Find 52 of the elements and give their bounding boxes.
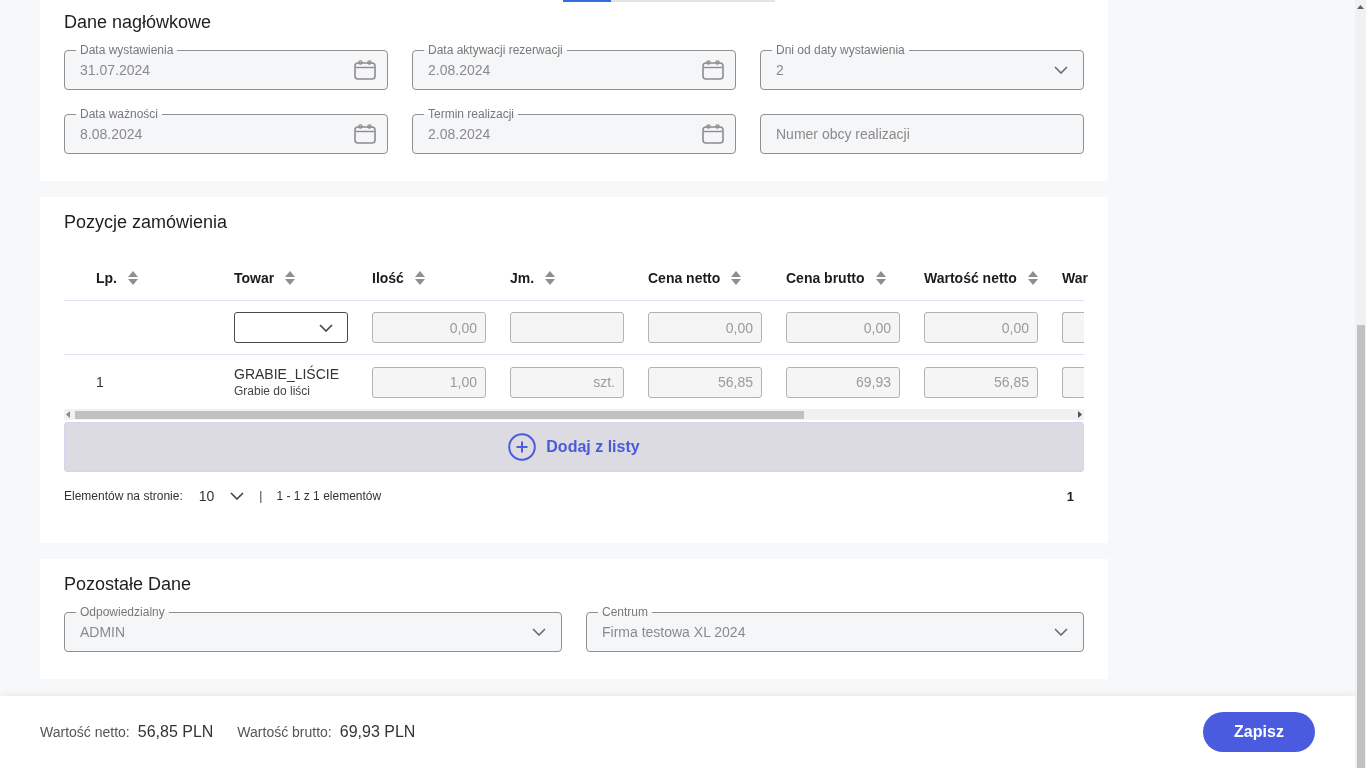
- text-field[interactable]: Numer obcy realizacji: [760, 114, 1084, 154]
- field-label: Data wystawienia: [76, 43, 178, 57]
- sort-icon: [731, 270, 742, 285]
- page-size-select[interactable]: 10: [198, 488, 245, 504]
- field-label: Termin realizacji: [424, 107, 519, 121]
- chevron-down-icon: [1054, 66, 1068, 74]
- total-label: Wartość brutto:: [237, 724, 332, 740]
- product-name: Grabie do liści: [234, 383, 311, 399]
- row-number: 1: [96, 374, 104, 390]
- page-number[interactable]: 1: [1066, 488, 1074, 504]
- sort-icon: [545, 270, 556, 285]
- column-header[interactable]: Lp.: [96, 269, 138, 286]
- scroll-up-arrow-icon[interactable]: [1357, 5, 1364, 9]
- field-label: Odpowiedzialny: [76, 605, 169, 619]
- field-label: Data ważności: [76, 107, 163, 121]
- range-text: 1 - 1 z 1 elementów: [276, 489, 382, 503]
- scrollbar-thumb[interactable]: [1356, 325, 1365, 768]
- column-header[interactable]: Cena netto: [648, 269, 742, 286]
- sort-icon: [285, 270, 296, 285]
- chevron-down-icon: [319, 323, 333, 332]
- sort-icon: [128, 270, 138, 285]
- product-code: GRABIE_LIŚCIE: [234, 365, 340, 383]
- column-header[interactable]: War: [1062, 269, 1088, 286]
- sort-icon: [414, 270, 425, 285]
- sort-icon: [875, 270, 886, 285]
- total-value: 69,93 PLN: [339, 723, 416, 741]
- select-field[interactable]: [234, 312, 348, 343]
- total-value: 56,85 PLN: [137, 723, 214, 741]
- chevron-down-icon: [230, 492, 245, 500]
- section-title: Dane nagłówkowe: [64, 11, 213, 34]
- sort-icon: [1027, 270, 1038, 285]
- column-header[interactable]: Ilość: [372, 269, 425, 286]
- column-header[interactable]: Jm.: [510, 269, 556, 286]
- per-page-label: Elementów na stronie:: [64, 489, 183, 503]
- field-label: Data aktywacji rezerwacji: [424, 43, 567, 57]
- section-title: Pozycje zamówienia: [64, 211, 229, 234]
- scroll-left-arrow-icon[interactable]: [66, 411, 70, 418]
- add-from-list-button[interactable]: Dodaj z listy: [64, 422, 1084, 472]
- separator-text: |: [259, 489, 263, 503]
- scrollbar-thumb[interactable]: [75, 410, 804, 419]
- total-label: Wartość netto:: [40, 724, 130, 740]
- plus-circle-icon: [508, 433, 537, 461]
- column-header[interactable]: Cena brutto: [786, 269, 886, 286]
- field-label: Dni od daty wystawienia: [772, 43, 909, 57]
- field-label: Centrum: [598, 605, 652, 619]
- column-header[interactable]: Wartość netto: [924, 269, 1038, 286]
- column-header[interactable]: Towar: [234, 269, 296, 286]
- save-button[interactable]: Zapisz: [1203, 712, 1315, 752]
- chevron-down-icon: [1054, 628, 1068, 636]
- section-title: Pozostałe Dane: [64, 573, 193, 596]
- chevron-down-icon: [532, 628, 546, 636]
- scroll-right-arrow-icon[interactable]: [1078, 411, 1082, 418]
